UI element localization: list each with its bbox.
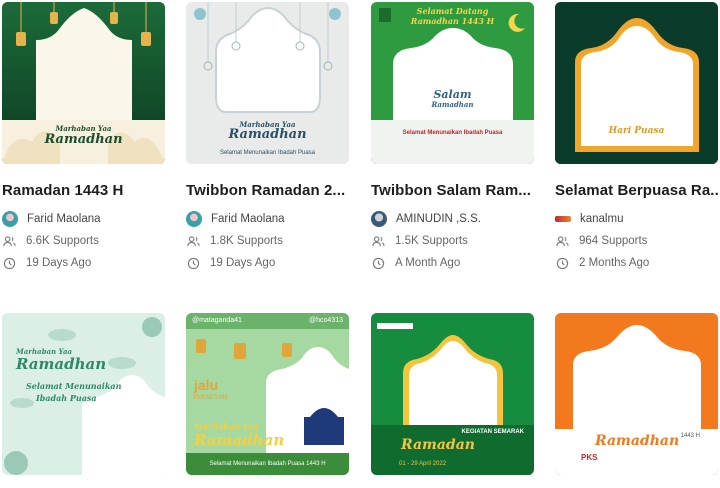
thumbnail-artwork [555, 2, 718, 164]
time-text: 2 Months Ago [579, 257, 650, 269]
campaign-author[interactable]: AMINUDIN ,S.S. [371, 208, 534, 230]
clock-icon [2, 256, 16, 270]
supports-count: 6.6K Supports [2, 230, 165, 252]
time-ago: A Month Ago [371, 252, 534, 274]
supports-count: 964 Supports [555, 230, 718, 252]
campaign-author[interactable]: Farid Maolana [2, 208, 165, 230]
avatar [186, 211, 202, 227]
users-icon [2, 234, 16, 248]
campaign-card[interactable]: Ramadhan 1443 H PKS [555, 313, 718, 475]
author-name: Farid Maolana [27, 213, 101, 225]
supports-text: 964 Supports [579, 235, 648, 247]
author-name: AMINUDIN ,S.S. [396, 213, 481, 225]
campaign-author[interactable]: Farid Maolana [186, 208, 349, 230]
clock-icon [186, 256, 200, 270]
campaign-grid: Marhaban Yaa Ramadhan Ramadan 1443 H Far… [0, 0, 720, 488]
campaign-card[interactable]: @mataganda41 @hco4313 jalu FURNITURE Mar… [186, 313, 349, 475]
campaign-thumbnail[interactable]: Hari Puasa [555, 2, 718, 164]
overlay-text: KEGIATAN SEMARAK [461, 429, 524, 435]
campaign-author[interactable]: kanalmu [555, 208, 718, 230]
campaign-title[interactable]: Selamat Berpuasa Ra... [555, 182, 718, 199]
overlay-text: @hco4313 [309, 317, 343, 324]
avatar [2, 211, 18, 227]
time-ago: 19 Days Ago [186, 252, 349, 274]
supports-text: 1.8K Supports [210, 235, 283, 247]
avatar [371, 211, 387, 227]
overlay-text: Marhaban Yaa [194, 421, 259, 431]
overlay-text: Selamat Menunaikan [26, 381, 122, 391]
campaign-card[interactable]: KEGIATAN SEMARAK Ramadan 01 - 29 April 2… [371, 313, 534, 475]
campaign-thumbnail[interactable]: Marhaban Yaa Ramadhan [2, 2, 165, 164]
supports-text: 6.6K Supports [26, 235, 99, 247]
campaign-card[interactable]: Marhaban Yaa Ramadhan Selamat Menunaikan… [186, 2, 349, 274]
author-name: kanalmu [580, 213, 624, 225]
overlay-text: Ramadan [401, 437, 475, 453]
overlay-text: Selamat Menunaikan Ibadah Puasa [219, 150, 316, 156]
overlay-text: Ramadhan [194, 431, 285, 449]
overlay-text: Ramadhan [44, 132, 123, 147]
campaign-thumbnail[interactable]: Marhaban Yaa Ramadhan Selamat Menunaikan… [2, 313, 165, 475]
thumbnail-artwork [186, 313, 349, 475]
overlay-text: PKS [581, 453, 598, 462]
thumbnail-artwork [371, 2, 534, 164]
overlay-text: FURNITURE [194, 395, 229, 401]
overlay-text: Selamat Menunaikan Ibadah Puasa 1443 H [209, 461, 326, 467]
supports-count: 1.8K Supports [186, 230, 349, 252]
avatar [555, 216, 571, 222]
supports-text: 1.5K Supports [395, 235, 468, 247]
supports-count: 1.5K Supports [371, 230, 534, 252]
users-icon [186, 234, 200, 248]
clock-icon [371, 256, 385, 270]
overlay-text: Hari Puasa [608, 126, 665, 136]
campaign-title[interactable]: Twibbon Salam Ram... [371, 182, 534, 199]
campaign-title[interactable]: Twibbon Ramadan 2... [186, 182, 349, 199]
campaign-thumbnail[interactable]: Selamat Datang Ramadhan 1443 H Salam Ram… [371, 2, 534, 164]
overlay-text: Ramadhan 1443 H [410, 16, 495, 26]
overlay-text: Ramadhan [16, 355, 107, 373]
author-name: Farid Maolana [211, 213, 285, 225]
overlay-text: Ibadah Puasa [36, 393, 97, 403]
campaign-title[interactable]: Ramadan 1443 H [2, 182, 165, 199]
campaign-thumbnail[interactable]: Ramadhan 1443 H PKS [555, 313, 718, 475]
campaign-card[interactable]: Selamat Datang Ramadhan 1443 H Salam Ram… [371, 2, 534, 274]
campaign-thumbnail[interactable]: KEGIATAN SEMARAK Ramadan 01 - 29 April 2… [371, 313, 534, 475]
overlay-text: jalu [194, 377, 219, 393]
clock-icon [555, 256, 569, 270]
time-text: 19 Days Ago [26, 257, 92, 269]
campaign-thumbnail[interactable]: Marhaban Yaa Ramadhan Selamat Menunaikan… [186, 2, 349, 164]
overlay-text: 1443 H [680, 433, 700, 439]
campaign-card[interactable]: Hari Puasa Selamat Berpuasa Ra... kanalm… [555, 2, 718, 274]
thumbnail-artwork [555, 313, 718, 475]
overlay-text: Selamat Menunaikan Ibadah Puasa [402, 130, 503, 136]
campaign-thumbnail[interactable]: @mataganda41 @hco4313 jalu FURNITURE Mar… [186, 313, 349, 475]
time-text: 19 Days Ago [210, 257, 276, 269]
overlay-text: 01 - 29 April 2022 [399, 461, 447, 467]
time-ago: 2 Months Ago [555, 252, 718, 274]
campaign-card[interactable]: Marhaban Yaa Ramadhan Selamat Menunaikan… [2, 313, 165, 475]
campaign-card[interactable]: Marhaban Yaa Ramadhan Ramadan 1443 H Far… [2, 2, 165, 274]
time-ago: 19 Days Ago [2, 252, 165, 274]
overlay-text: Selamat Datang [416, 6, 489, 16]
overlay-text: Ramadhan [228, 127, 307, 142]
overlay-text: Ramadhan [431, 100, 474, 109]
time-text: A Month Ago [395, 257, 461, 269]
users-icon [371, 234, 385, 248]
users-icon [555, 234, 569, 248]
